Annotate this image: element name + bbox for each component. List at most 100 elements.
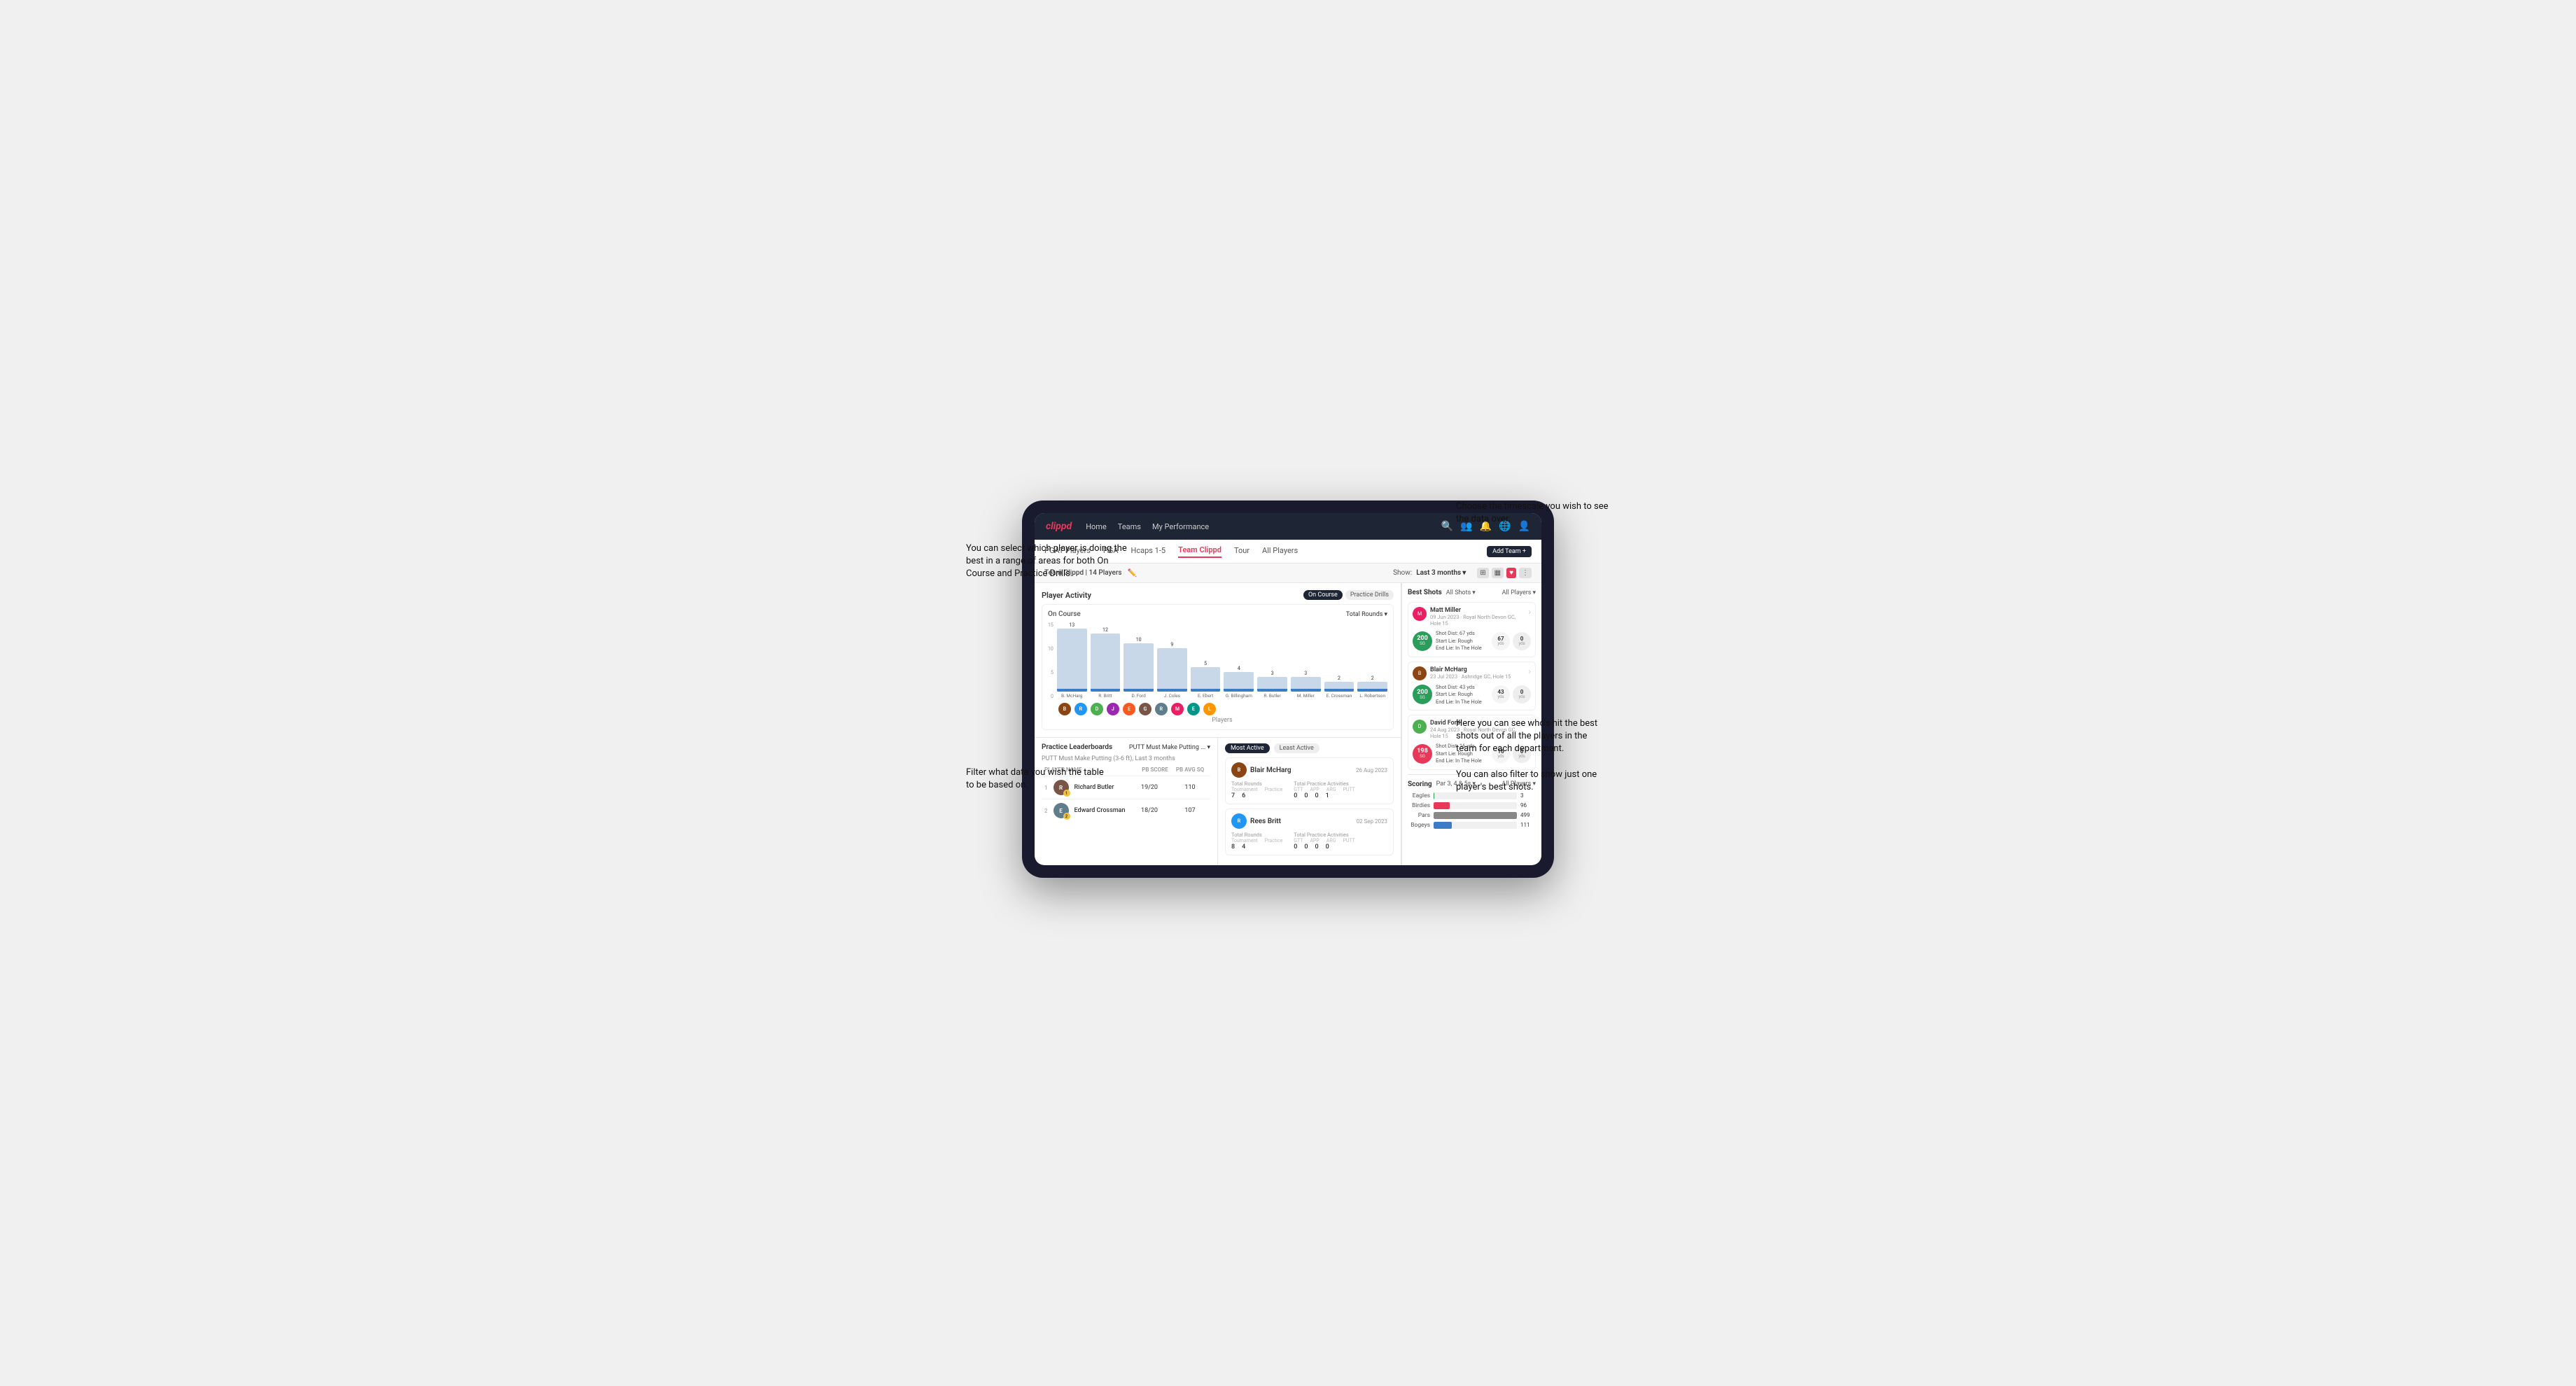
- shot-player-name: Matt Miller: [1430, 607, 1525, 614]
- bar-fill: [1257, 677, 1287, 692]
- player-activity-title: Player Activity: [1042, 591, 1091, 600]
- practice-drills-toggle[interactable]: Practice Drills: [1345, 590, 1394, 600]
- player-avatar[interactable]: B: [1058, 703, 1071, 715]
- act-card-name: R Rees Britt: [1231, 813, 1281, 829]
- bar-name: G. Billingham: [1226, 693, 1252, 699]
- nav-link-teams[interactable]: Teams: [1118, 522, 1141, 531]
- practice-activities-label: Total Practice Activities: [1294, 780, 1355, 787]
- player-avatar[interactable]: E: [1123, 703, 1135, 715]
- player-activity-header: Player Activity On Course Practice Drill…: [1042, 590, 1394, 600]
- player-name: Blair McHarg: [1250, 766, 1292, 774]
- metric-unit: yds: [1518, 642, 1525, 646]
- least-active-tab[interactable]: Least Active: [1274, 743, 1320, 753]
- player-avatar[interactable]: M: [1171, 703, 1184, 715]
- timeframe-dropdown[interactable]: Last 3 months ▾: [1416, 569, 1466, 577]
- shot-info: Shot Dist: 67 yds Start Lie: Rough End L…: [1436, 630, 1488, 652]
- practice-values: 0 0 0 1: [1294, 792, 1355, 799]
- bar-highlight: [1257, 689, 1287, 692]
- bar-group-2[interactable]: 10D. Ford: [1124, 637, 1154, 699]
- bar-chart: 13B. McHarg12R. Britt10D. Ford9J. Coles5…: [1057, 622, 1387, 699]
- annotation-top-left: You can select which player is doing the…: [966, 542, 1134, 581]
- bar-group-6[interactable]: 3R. Butler: [1257, 671, 1287, 699]
- bar-value: 2: [1371, 676, 1374, 681]
- chevron-right-icon: ›: [1528, 607, 1531, 617]
- grid-view-button[interactable]: ⊞: [1477, 568, 1488, 578]
- player-avatar[interactable]: E: [1187, 703, 1200, 715]
- players-filter-dropdown[interactable]: All Players ▾: [1502, 589, 1536, 596]
- shot-card[interactable]: B Blair McHarg 23 Jul 2023 · Ashridge GC…: [1408, 662, 1536, 711]
- bar-group-8[interactable]: 2E. Crossman: [1324, 676, 1354, 699]
- y-label-0: 0: [1048, 694, 1054, 699]
- player-avatar[interactable]: L: [1203, 703, 1216, 715]
- settings-view-button[interactable]: ⋮: [1519, 568, 1532, 578]
- practice-dropdown[interactable]: PUTT Must Make Putting ... ▾: [1129, 744, 1210, 751]
- gtt-label: GTT: [1294, 787, 1303, 792]
- shot-player-name: Blair McHarg: [1430, 666, 1525, 673]
- player-avatar[interactable]: R: [1155, 703, 1168, 715]
- rounds-sub-labels: Tournament Practice: [1231, 838, 1282, 844]
- chart-dropdown[interactable]: Total Rounds ▾: [1346, 611, 1387, 618]
- player-avatar[interactable]: D: [1091, 703, 1103, 715]
- activity-card[interactable]: R Rees Britt 02 Sep 2023 Total Rounds To…: [1225, 808, 1394, 855]
- bar-group-4[interactable]: 5E. Ebert: [1191, 661, 1221, 699]
- avatar: B: [1231, 762, 1247, 778]
- scoring-bar-item: Eagles 3: [1408, 792, 1536, 799]
- shot-start-lie: Start Lie: Rough: [1436, 691, 1488, 699]
- bar-highlight: [1124, 689, 1154, 692]
- bar-group-7[interactable]: 3M. Miller: [1291, 671, 1321, 699]
- heart-view-button[interactable]: ♥: [1506, 568, 1516, 578]
- player-avatar[interactable]: G: [1139, 703, 1152, 715]
- tab-tour[interactable]: Tour: [1234, 546, 1250, 557]
- bar-group-5[interactable]: 4G. Billingham: [1224, 666, 1254, 699]
- search-icon[interactable]: 🔍: [1441, 521, 1453, 532]
- app-label: APP: [1310, 787, 1319, 792]
- arg-label: ARG: [1326, 787, 1336, 792]
- shot-player-info: Matt Miller 09 Jun 2023 · Royal North De…: [1430, 607, 1525, 626]
- table-row[interactable]: 2 E 2 Edward Crossman 18/20 107: [1042, 799, 1210, 822]
- list-view-button[interactable]: ▦: [1492, 568, 1504, 578]
- app-label: APP: [1310, 838, 1319, 844]
- shot-card[interactable]: M Matt Miller 09 Jun 2023 · Royal North …: [1408, 602, 1536, 657]
- bar-value: 3: [1304, 671, 1307, 676]
- shot-dist: Shot Dist: 43 yds: [1436, 684, 1488, 692]
- avatar: M: [1413, 607, 1427, 621]
- player-name: Edward Crossman: [1074, 807, 1127, 814]
- bar-group-3[interactable]: 9J. Coles: [1157, 642, 1187, 699]
- bar-group-0[interactable]: 13B. McHarg: [1057, 622, 1087, 699]
- player-avatar[interactable]: R: [1074, 703, 1087, 715]
- scoring-bar-label: Pars: [1408, 812, 1430, 819]
- putt-val: 0: [1326, 844, 1329, 850]
- most-active-panel: Most Active Least Active B Blair McHarg …: [1218, 737, 1401, 865]
- player-avatar[interactable]: J: [1107, 703, 1119, 715]
- bar-group-9[interactable]: 2L. Robertson: [1357, 676, 1387, 699]
- activity-card[interactable]: B Blair McHarg 26 Aug 2023 Total Rounds …: [1225, 757, 1394, 804]
- shots-filter-dropdown[interactable]: All Shots ▾: [1446, 589, 1476, 596]
- bar-name: R. Britt: [1098, 693, 1112, 699]
- lb-col-score: PB SCORE: [1138, 766, 1172, 773]
- shot-dist: Shot Dist: 67 yds: [1436, 630, 1488, 638]
- shot-metric-dist: 67 yds: [1492, 632, 1510, 650]
- nav-logo: clippd: [1046, 521, 1072, 532]
- bar-name: R. Butler: [1264, 693, 1280, 699]
- bar-group-1[interactable]: 12R. Britt: [1091, 627, 1121, 699]
- bar-fill: [1357, 682, 1387, 692]
- nav-link-performance[interactable]: My Performance: [1152, 522, 1209, 531]
- tournament-label: Tournament: [1231, 787, 1258, 792]
- tab-team-clippd[interactable]: Team Clippd: [1178, 545, 1222, 558]
- most-active-tab[interactable]: Most Active: [1225, 743, 1270, 753]
- tab-all-players[interactable]: All Players: [1262, 546, 1298, 557]
- bar-fill: [1224, 672, 1254, 692]
- add-team-button[interactable]: Add Team +: [1487, 546, 1532, 557]
- lb-col-avg: PB AVG SQ: [1172, 766, 1208, 773]
- practice-label: Practice: [1265, 838, 1283, 844]
- nav-link-home[interactable]: Home: [1086, 522, 1107, 531]
- lb-subtitle: PUTT Must Make Putting (3-6 ft), Last 3 …: [1042, 755, 1210, 762]
- tournament-val: 7: [1231, 792, 1235, 799]
- chart-area: On Course Total Rounds ▾ 15 10: [1042, 604, 1394, 730]
- scoring-bar-fill: [1434, 802, 1450, 809]
- scoring-bar-item: Pars 499: [1408, 812, 1536, 819]
- chevron-down-icon: ▾: [1462, 569, 1466, 577]
- pb-avg: 107: [1172, 807, 1208, 814]
- on-course-toggle[interactable]: On Course: [1303, 590, 1343, 600]
- tab-hcaps[interactable]: Hcaps 1-5: [1131, 546, 1166, 557]
